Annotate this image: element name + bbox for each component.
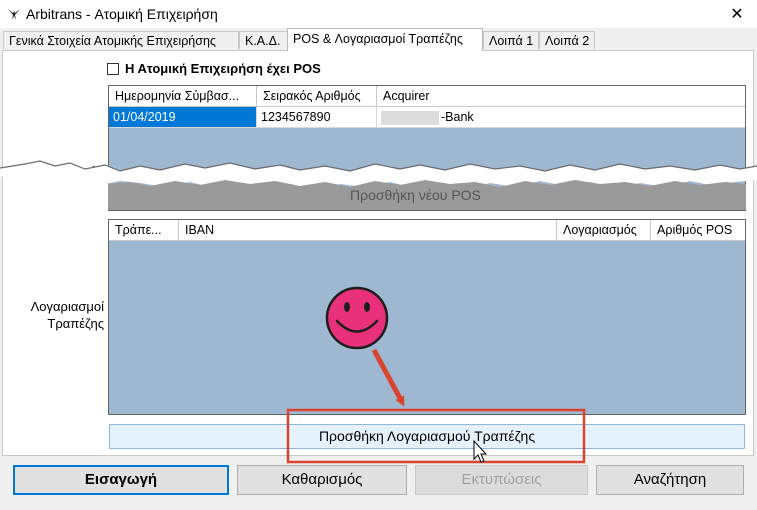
title-bar: Arbitrans - Ατομική Επιχειρήση ✕	[0, 0, 757, 28]
pos-col-date[interactable]: Ημερομηνία Σύμβασ...	[109, 86, 257, 106]
pos-row-acquirer[interactable]: -Bank	[377, 107, 745, 127]
pos-checkbox-row[interactable]: Η Ατομική Επιχειρήση έχει POS	[107, 61, 321, 76]
pos-col-serial[interactable]: Σειρακός Αριθμός	[257, 86, 377, 106]
tab-other-1[interactable]: Λοιπά 1	[483, 31, 539, 49]
tab-general[interactable]: Γενικά Στοιχεία Ατομικής Επιχειρήσης	[3, 31, 239, 49]
pos-col-acquirer[interactable]: Acquirer	[377, 86, 745, 106]
pos-grid-header: Ημερομηνία Σύμβασ... Σειρακός Αριθμός Ac…	[109, 86, 745, 107]
bank-col-account[interactable]: Λογαριασμός	[557, 220, 651, 240]
bank-col-iban[interactable]: IBAN	[179, 220, 557, 240]
bank-grid-header: Τράπε... IBAN Λογαριασμός Αριθμός POS	[109, 220, 745, 241]
bank-side-label-2: Τραπέζης	[47, 316, 104, 331]
table-row[interactable]: 01/04/2019 1234567890 -Bank	[109, 107, 745, 128]
redacted-box	[381, 110, 439, 125]
pos-row-serial[interactable]: 1234567890	[257, 107, 377, 127]
print-button: Εκτυπώσεις	[415, 465, 588, 495]
tab-pos-bank[interactable]: POS & Λογαριασμοί Τραπέζης	[287, 28, 483, 51]
tab-kad[interactable]: Κ.Α.Δ.	[239, 31, 288, 49]
pos-checkbox[interactable]	[107, 62, 119, 75]
pos-checkbox-label: Η Ατομική Επιχειρήση έχει POS	[125, 61, 321, 76]
pos-row-date[interactable]: 01/04/2019	[109, 107, 257, 127]
bank-side-label-1: Λογαριασμοί	[30, 299, 104, 314]
add-bank-account-button[interactable]: Προσθήκη Λογαριασμού Τραπέζης	[109, 424, 745, 449]
bank-accounts-grid[interactable]: Τράπε... IBAN Λογαριασμός Αριθμός POS	[108, 219, 746, 415]
bank-col-bank[interactable]: Τράπε...	[109, 220, 179, 240]
window-title: Arbitrans - Ατομική Επιχειρήση	[26, 6, 218, 22]
bird-logo-icon	[8, 9, 20, 20]
bank-col-pos-number[interactable]: Αριθμός POS	[651, 220, 745, 240]
close-button[interactable]: ✕	[717, 0, 757, 28]
add-pos-button[interactable]: Προσθήκη νέου POS	[350, 187, 481, 203]
insert-button[interactable]: Εισαγωγή	[13, 465, 229, 495]
tab-other-2[interactable]: Λοιπά 2	[539, 31, 595, 49]
clear-button[interactable]: Καθαρισμός	[237, 465, 407, 495]
tab-strip: Γενικά Στοιχεία Ατομικής Επιχειρήσης Κ.Α…	[0, 28, 757, 51]
close-icon: ✕	[730, 6, 744, 23]
search-button[interactable]: Αναζήτηση	[596, 465, 744, 495]
